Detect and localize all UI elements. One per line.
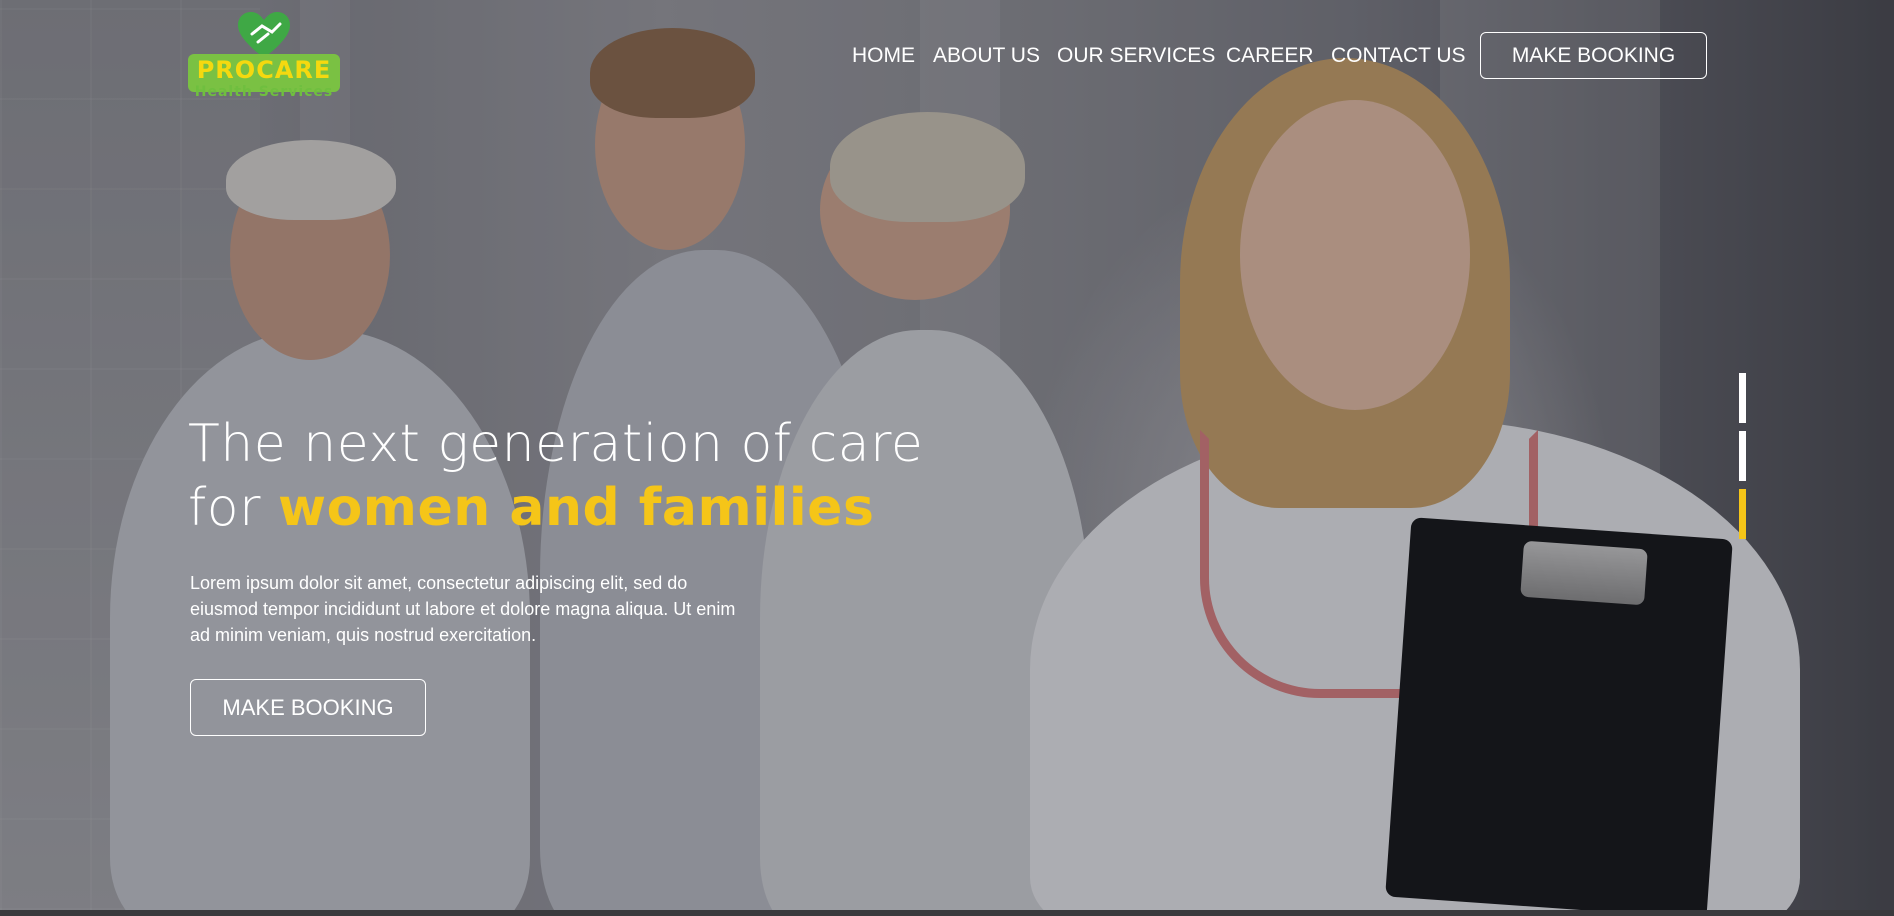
nav-item-career[interactable]: CAREER bbox=[1226, 44, 1314, 70]
slide-indicator-3-active[interactable] bbox=[1739, 489, 1746, 539]
slide-indicator-1[interactable] bbox=[1739, 373, 1746, 423]
headline-line-2-prefix: for bbox=[188, 478, 279, 538]
slide-indicator-2[interactable] bbox=[1739, 431, 1746, 481]
page-bottom-edge bbox=[0, 910, 1894, 916]
hero-description: Lorem ipsum dolor sit amet, consectetur … bbox=[190, 573, 736, 645]
logo-name: PROCARE bbox=[196, 56, 332, 84]
nav-item-about-us[interactable]: ABOUT US bbox=[933, 44, 1040, 70]
brand-logo[interactable]: PROCARE Health Services bbox=[188, 10, 340, 102]
nav-item-contact-us[interactable]: CONTACT US bbox=[1331, 44, 1466, 70]
headline-line-1: The next generation of care bbox=[188, 414, 924, 474]
nav-item-home[interactable]: HOME bbox=[852, 44, 915, 70]
hero-headline: The next generation of care for women an… bbox=[188, 412, 948, 540]
heart-hands-icon bbox=[238, 12, 290, 58]
make-booking-nav-button[interactable]: MAKE BOOKING bbox=[1480, 32, 1707, 79]
logo-tagline: Health Services bbox=[194, 84, 334, 100]
nav-item-our-services[interactable]: OUR SERVICES bbox=[1057, 44, 1215, 70]
make-booking-hero-button[interactable]: MAKE BOOKING bbox=[190, 679, 426, 736]
headline-highlight: women and families bbox=[278, 478, 875, 538]
